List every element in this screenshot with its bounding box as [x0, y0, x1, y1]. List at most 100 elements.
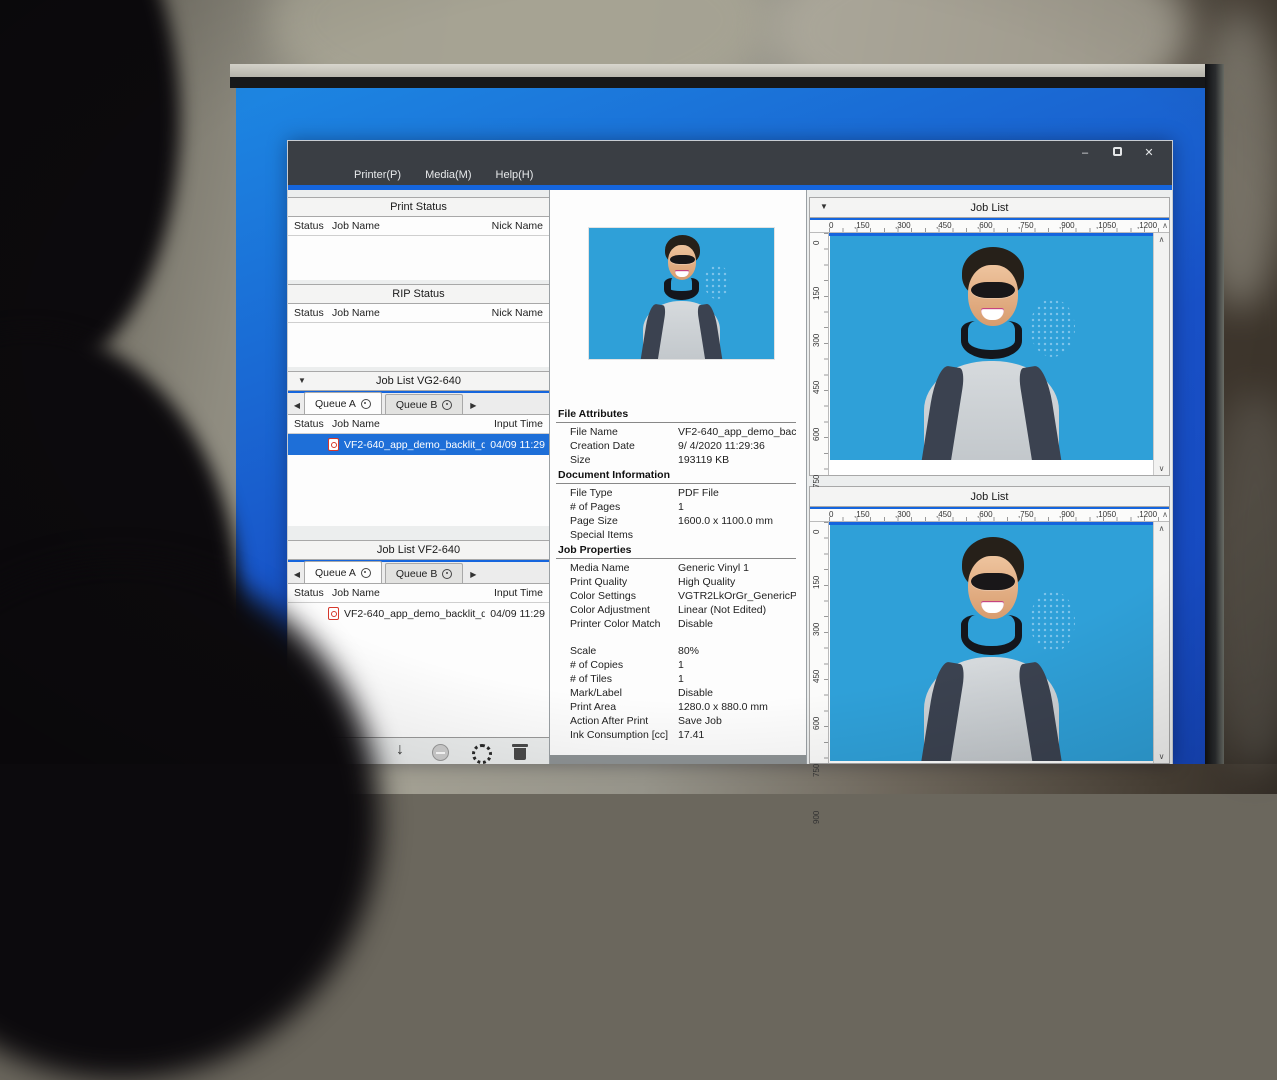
sunglasses	[971, 573, 1015, 590]
job-input-time: 04/09 11:29	[490, 439, 545, 451]
chevron-down-icon[interactable]: ▼	[820, 202, 828, 211]
preview1-canvas[interactable]	[829, 233, 1153, 475]
tab-scroll-right-icon[interactable]: ▶	[466, 396, 480, 414]
detail-value: PDF File	[678, 486, 796, 500]
job-row[interactable]: VF2-640_app_demo_backlit_dp...04/09 11:2…	[288, 434, 549, 455]
detail-value: VF2-640_app_demo_backli...	[678, 425, 796, 439]
detail-label: Color Settings	[556, 589, 678, 603]
rip-status-list[interactable]	[288, 323, 549, 367]
tab-queue-a[interactable]: Queue A	[304, 392, 382, 414]
detail-value: Linear (Not Edited)	[678, 603, 796, 617]
preview2-scrollbar[interactable]: ∧ ∨	[1153, 522, 1169, 763]
menu-item-helph[interactable]: Help(H)	[486, 167, 544, 183]
tab-queue-a[interactable]: Queue A	[304, 561, 382, 583]
detail-value: 9/ 4/2020 11:29:36	[678, 439, 796, 453]
rip-software-window: – ✕ Printer(P)Media(M) Help(H) Print Statu…	[287, 140, 1173, 764]
spacer	[556, 631, 796, 644]
detail-row: Color AdjustmentLinear (Not Edited)	[556, 603, 796, 617]
menu-item-printerp[interactable]: Printer(P)	[344, 167, 411, 183]
maximize-button[interactable]	[1104, 145, 1130, 161]
preview1-title: Job List	[971, 202, 1009, 214]
preview1-scrollbar[interactable]: ∧ ∨	[1153, 233, 1169, 475]
detail-label: # of Tiles	[556, 672, 678, 686]
scroll-up-icon[interactable]: ∧	[1159, 235, 1165, 244]
preview2-canvas[interactable]	[829, 522, 1153, 763]
detail-row: # of Pages1	[556, 500, 796, 514]
preview2-header[interactable]: Job List	[810, 487, 1169, 507]
ruler-tick-label: 750	[812, 475, 821, 488]
minimize-button[interactable]: –	[1072, 145, 1098, 161]
vg2-job-list[interactable]: VF2-640_app_demo_backlit_dp...04/09 11:2…	[288, 434, 549, 526]
tab-label: Queue A	[315, 398, 356, 410]
ruler-tick-label: 600	[812, 428, 821, 441]
rip-status-title: RIP Status	[392, 288, 444, 300]
detail-label: Print Area	[556, 700, 678, 714]
detail-value: 17.41	[678, 728, 796, 742]
job-list-vg2-header[interactable]: ▼ Job List VG2-640	[288, 371, 549, 391]
job-list-vf2-header[interactable]: Job List VF2-640	[288, 540, 549, 560]
job-preview-thumbnail[interactable]	[589, 228, 774, 359]
column-header-job-name: Job Name	[328, 418, 494, 430]
vertical-ruler: 0150300450600750900	[810, 522, 829, 763]
detail-value: Disable	[678, 617, 796, 631]
delete-icon[interactable]	[511, 742, 531, 762]
scroll-down-icon[interactable]: ∨	[1159, 752, 1165, 761]
tab-scroll-right-icon[interactable]: ▶	[466, 565, 480, 583]
tab-scroll-left-icon[interactable]: ◀	[290, 396, 304, 414]
horizontal-ruler: ∧ 0,150,300,450,600,750,900,1050,1200	[810, 220, 1169, 233]
detail-row: Print QualityHigh Quality	[556, 575, 796, 589]
preview1-header[interactable]: ▼ Job List	[810, 198, 1169, 218]
monitor-bezel-top	[230, 64, 1222, 77]
ruler-tick-label: 600	[812, 717, 821, 730]
detail-label: Printer Color Match	[556, 617, 678, 631]
halftone-dots	[1030, 591, 1075, 652]
detail-row: Print Area1280.0 x 880.0 mm	[556, 700, 796, 714]
chevron-down-icon[interactable]: ▼	[298, 376, 306, 385]
detail-value: 80%	[678, 644, 796, 658]
close-button[interactable]: ✕	[1136, 145, 1162, 161]
job-row[interactable]: VF2-640_app_demo_backlit_dp...04/09 11:2…	[288, 603, 549, 624]
print-job-artwork[interactable]	[830, 236, 1153, 460]
detail-row: File NameVF2-640_app_demo_backli...	[556, 425, 796, 439]
monitor-bezel-top-edge	[230, 77, 1222, 88]
vg2-columns: StatusJob NameInput Time	[288, 415, 549, 434]
ruler-tick-label: 0	[829, 221, 833, 230]
detail-row: Scale80%	[556, 644, 796, 658]
layout-preview-panel-2: Job List ∧ 0,150,300,450,600,750,900,105…	[809, 486, 1170, 764]
print-job-artwork[interactable]	[830, 525, 1153, 761]
pdf-file-icon	[328, 438, 339, 451]
ruler-tick-label: ,900	[1059, 510, 1075, 519]
detail-value: VGTR2LkOrGr_GenericPVC...	[678, 589, 796, 603]
ruler-tick-label: 450	[812, 670, 821, 683]
detail-row: Special Items	[556, 528, 796, 542]
tab-queue-b[interactable]: Queue B	[385, 563, 463, 583]
file-attributes-table: File NameVF2-640_app_demo_backli...Creat…	[556, 425, 796, 467]
scroll-down-icon[interactable]: ∨	[1159, 464, 1165, 473]
scroll-up-icon[interactable]: ∧	[1162, 510, 1168, 519]
remove-icon[interactable]	[431, 742, 451, 762]
processing-icon[interactable]	[471, 742, 491, 762]
job-properties-table: Scale80%# of Copies1# of Tiles1Mark/Labe…	[556, 644, 796, 742]
scroll-up-icon[interactable]: ∧	[1162, 221, 1168, 230]
ruler-tick-label: ,450	[936, 510, 952, 519]
queue-status-icon	[361, 568, 371, 578]
vf2-queue-tabs: ◀Queue AQueue B▶	[288, 562, 549, 584]
menu-item-mediam[interactable]: Media(M)	[415, 167, 481, 183]
detail-row: Color SettingsVGTR2LkOrGr_GenericPVC...	[556, 589, 796, 603]
rip-status-header[interactable]: RIP Status	[288, 284, 549, 304]
column-header-input-time: Input Time	[494, 418, 543, 430]
tab-scroll-left-icon[interactable]: ◀	[290, 565, 304, 583]
menu-bar: Printer(P)Media(M) Help(H)	[288, 165, 1172, 185]
download-icon[interactable]	[391, 742, 411, 762]
print-status-list[interactable]	[288, 236, 549, 280]
column-header-nick-name: Nick Name	[492, 220, 543, 232]
column-header-nick-name: Nick Name	[492, 307, 543, 319]
column-header-job-name: Job Name	[328, 587, 494, 599]
print-status-header[interactable]: Print Status	[288, 197, 549, 217]
monitor-screen: – ✕ Printer(P)Media(M) Help(H) Print Statu…	[236, 88, 1205, 764]
tab-queue-b[interactable]: Queue B	[385, 394, 463, 414]
detail-value: High Quality	[678, 575, 796, 589]
ruler-tick-label: ,900	[1059, 221, 1075, 230]
queue-status-icon	[442, 569, 452, 579]
scroll-up-icon[interactable]: ∧	[1159, 524, 1165, 533]
